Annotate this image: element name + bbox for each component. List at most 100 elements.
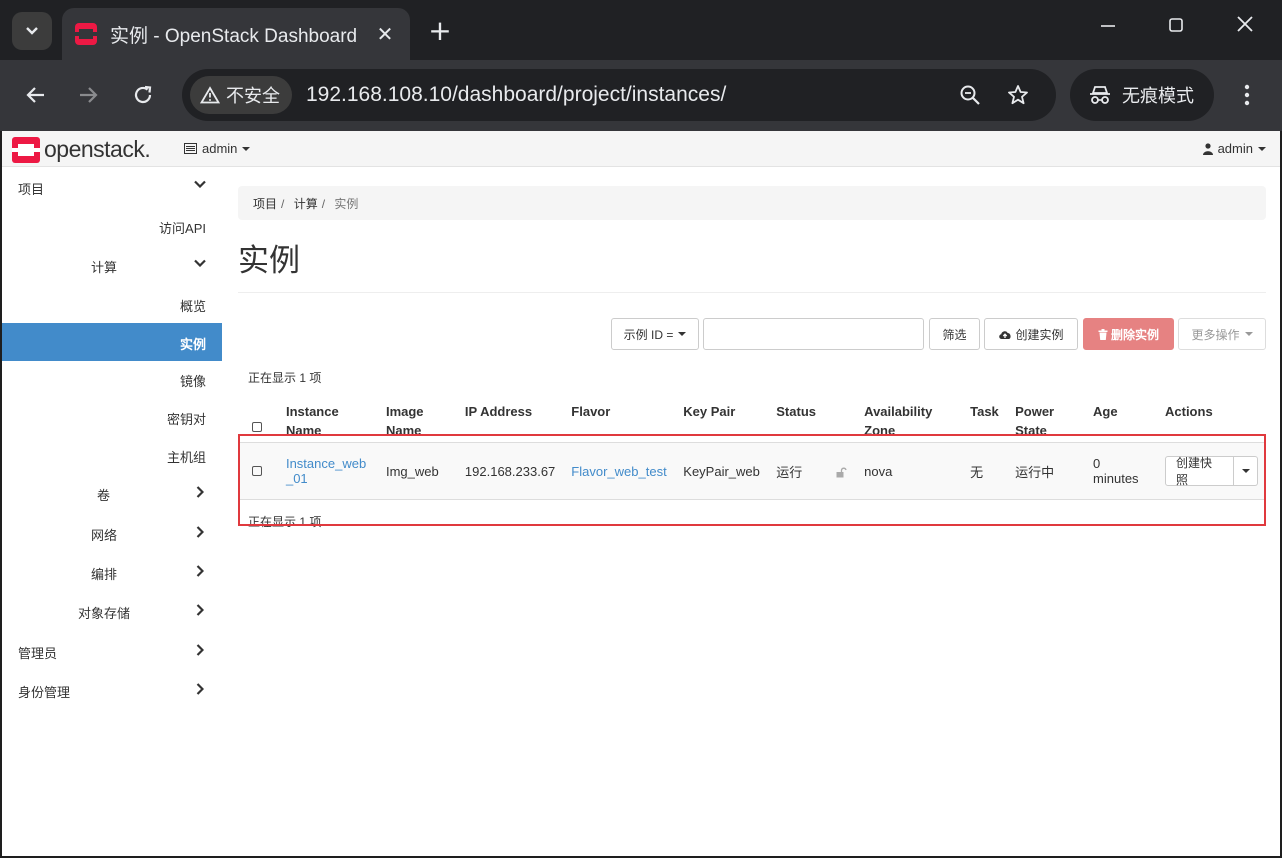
sidebar-item-overview[interactable]: 概览 bbox=[180, 296, 206, 315]
chevron-right-icon[interactable] bbox=[190, 644, 210, 656]
zoom-button[interactable] bbox=[946, 84, 994, 106]
create-instance-button[interactable]: 创建实例 bbox=[984, 318, 1078, 350]
sidebar-item-label: 概览 bbox=[179, 299, 206, 314]
sidebar-item-label: 身份管理 bbox=[18, 685, 71, 700]
minimize-icon bbox=[1101, 25, 1115, 27]
table-header-row: Instance Name Image Name IP Address Flavor… bbox=[238, 399, 1266, 443]
logo-text: openstack. bbox=[44, 136, 151, 162]
browser-toolbar: 不安全 192.168.108.10/dashboard/project/ins… bbox=[0, 60, 1282, 131]
address-bar[interactable]: 不安全 192.168.108.10/dashboard/project/ins… bbox=[182, 69, 1056, 121]
more-actions-dropdown[interactable]: 更多操作 bbox=[1178, 318, 1266, 350]
row-select-cell bbox=[238, 442, 278, 500]
col-age[interactable]: Age bbox=[1085, 399, 1157, 443]
col-availability-zone[interactable]: Availability Zone bbox=[856, 399, 962, 443]
user-dropdown[interactable]: admin bbox=[1202, 141, 1266, 156]
openstack-logo[interactable]: openstack. bbox=[12, 136, 151, 163]
filter-field-label: 示例 ID = bbox=[623, 327, 674, 342]
cell-image-name: Img_web bbox=[377, 442, 457, 500]
sidebar-item-orchestration[interactable]: 编排 bbox=[91, 564, 117, 583]
sidebar-item-object-store[interactable]: 对象存储 bbox=[78, 603, 130, 622]
row-actions-toggle[interactable] bbox=[1234, 456, 1258, 486]
maximize-button[interactable] bbox=[1156, 14, 1196, 39]
sidebar-item-instances[interactable]: 实例 bbox=[2, 323, 222, 361]
filter-field-dropdown[interactable]: 示例 ID = bbox=[611, 318, 699, 350]
sidebar-item-images[interactable]: 镜像 bbox=[180, 371, 206, 390]
openstack-favicon-icon bbox=[75, 23, 97, 45]
close-window-button[interactable] bbox=[1225, 14, 1265, 39]
chevron-right-icon[interactable] bbox=[190, 565, 210, 577]
trash-icon bbox=[1098, 328, 1108, 340]
user-label: admin bbox=[1217, 141, 1253, 156]
col-power-state[interactable]: Power State bbox=[1007, 399, 1085, 443]
tab-title: 实例 - OpenStack Dashboard bbox=[110, 25, 358, 47]
sidebar-item-compute[interactable]: 计算 bbox=[91, 257, 117, 276]
col-flavor[interactable]: Flavor bbox=[563, 399, 675, 443]
sidebar-item-identity[interactable]: 身份管理 bbox=[18, 682, 70, 701]
filter-button[interactable]: 筛选 bbox=[929, 318, 980, 350]
sidebar-item-access-api[interactable]: 访问API bbox=[159, 218, 206, 237]
breadcrumb-item-project[interactable]: 项目 bbox=[253, 197, 277, 211]
browser-chrome: 实例 - OpenStack Dashboard ✕ + 不安全 192.168… bbox=[0, 0, 1282, 131]
sidebar-item-network[interactable]: 网络 bbox=[91, 525, 117, 544]
select-all-checkbox[interactable] bbox=[252, 422, 262, 432]
project-list-icon bbox=[184, 143, 197, 154]
browser-menu-button[interactable] bbox=[1232, 77, 1262, 113]
delete-instance-button[interactable]: 删除实例 bbox=[1083, 318, 1174, 350]
sidebar-item-volumes[interactable]: 卷 bbox=[97, 485, 110, 504]
reload-button[interactable] bbox=[125, 77, 161, 113]
forward-button[interactable] bbox=[71, 77, 107, 113]
browser-tab[interactable]: 实例 - OpenStack Dashboard ✕ bbox=[62, 8, 410, 60]
security-chip[interactable]: 不安全 bbox=[190, 76, 292, 114]
chevron-down-icon[interactable] bbox=[190, 259, 210, 267]
instances-table: Instance Name Image Name IP Address Flavor… bbox=[238, 399, 1266, 500]
tab-search-button[interactable] bbox=[12, 12, 52, 50]
incognito-chip[interactable]: 无痕模式 bbox=[1070, 69, 1214, 121]
col-instance-name[interactable]: Instance Name bbox=[278, 399, 378, 443]
close-icon bbox=[1237, 16, 1253, 32]
arrow-left-icon bbox=[26, 87, 44, 103]
sidebar-item-label: 镜像 bbox=[179, 374, 206, 389]
chevron-right-icon[interactable] bbox=[190, 604, 210, 616]
filter-input[interactable] bbox=[703, 318, 924, 350]
sidebar-item-label: 访问API bbox=[159, 221, 206, 236]
sidebar-item-server-groups[interactable]: 主机组 bbox=[167, 447, 206, 466]
chevron-down-icon[interactable] bbox=[190, 180, 210, 188]
tab-close-icon[interactable]: ✕ bbox=[370, 22, 400, 46]
col-status[interactable]: Status bbox=[768, 399, 856, 443]
sidebar-item-label: 主机组 bbox=[166, 450, 206, 465]
incognito-label: 无痕模式 bbox=[1122, 86, 1194, 107]
url-text[interactable]: 192.168.108.10/dashboard/project/instanc… bbox=[306, 83, 946, 107]
security-label: 不安全 bbox=[226, 86, 280, 107]
sidebar-item-admin[interactable]: 管理员 bbox=[18, 643, 57, 662]
create-snapshot-button[interactable]: 创建快照 bbox=[1165, 456, 1235, 487]
row-checkbox[interactable] bbox=[252, 465, 262, 476]
chevron-right-icon[interactable] bbox=[190, 526, 210, 538]
page-viewport: openstack. admin admin 项目 访问API 计算 概览 实例… bbox=[2, 131, 1280, 856]
col-task[interactable]: Task bbox=[962, 399, 1007, 443]
incognito-icon bbox=[1090, 86, 1110, 104]
sidebar-item-keypairs[interactable]: 密钥对 bbox=[167, 409, 206, 428]
more-actions-label: 更多操作 bbox=[1191, 327, 1240, 342]
minimize-button[interactable] bbox=[1088, 14, 1128, 39]
instance-name-link[interactable]: Instance_web _01 bbox=[286, 456, 366, 486]
flavor-link[interactable]: Flavor_web_test bbox=[571, 464, 666, 479]
breadcrumb-item-compute[interactable]: 计算 bbox=[294, 197, 318, 211]
cloud-upload-icon bbox=[999, 330, 1012, 339]
project-dropdown[interactable]: admin bbox=[184, 141, 251, 156]
bookmark-button[interactable] bbox=[994, 84, 1042, 106]
chevron-right-icon[interactable] bbox=[190, 486, 210, 498]
top-navbar: openstack. admin admin bbox=[2, 131, 1280, 167]
status-text: 运行 bbox=[776, 464, 803, 480]
chevron-right-icon[interactable] bbox=[190, 683, 210, 695]
maximize-icon bbox=[1169, 18, 1183, 32]
col-image-name[interactable]: Image Name bbox=[378, 399, 457, 443]
sidebar-item-project[interactable]: 项目 bbox=[18, 179, 44, 198]
tab-bar: 实例 - OpenStack Dashboard ✕ + bbox=[0, 0, 1282, 60]
new-tab-button[interactable]: + bbox=[425, 14, 455, 47]
col-actions: Actions bbox=[1165, 404, 1213, 419]
cell-key-pair: KeyPair_web bbox=[675, 442, 769, 500]
col-key-pair[interactable]: Key Pair bbox=[675, 399, 768, 443]
table-actions: 示例 ID = 筛选 创建实例 删除实例 更多操作 bbox=[238, 318, 1266, 352]
back-button[interactable] bbox=[17, 77, 53, 113]
col-ip-address[interactable]: IP Address bbox=[457, 399, 563, 443]
